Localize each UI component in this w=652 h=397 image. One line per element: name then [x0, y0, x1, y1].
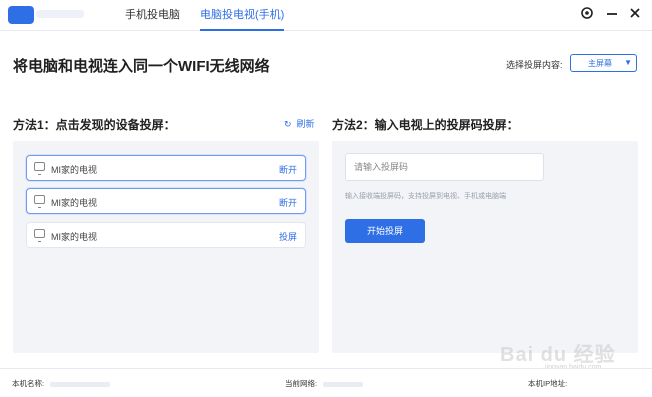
- close-icon[interactable]: [626, 6, 644, 24]
- status-bar: 本机名称: 当前网络: 本机IP地址:: [0, 368, 652, 397]
- device-disconnect-button[interactable]: 断开: [279, 163, 297, 176]
- machine-name-redacted: [50, 381, 111, 387]
- method1-title: 方法1：点击发现的设备投屏：: [13, 118, 176, 132]
- refresh-button[interactable]: ↻ 刷新: [284, 117, 315, 130]
- network-name-redacted: [323, 381, 364, 387]
- refresh-icon: ↻: [284, 119, 292, 129]
- tv-icon: [34, 229, 45, 242]
- device-item[interactable]: MI家的电视 投屏: [26, 222, 306, 248]
- method2-title: 方法2：输入电视上的投屏码投屏：: [332, 118, 519, 132]
- start-cast-button[interactable]: 开始投屏: [345, 219, 425, 243]
- active-tab-underline: [200, 29, 285, 31]
- watermark-logo: Bai du 经验: [500, 344, 616, 366]
- device-item[interactable]: MI家的电视 断开: [26, 188, 306, 214]
- device-name: MI家的电视: [51, 232, 97, 242]
- tab-phone-to-pc[interactable]: 手机投电脑: [125, 0, 180, 31]
- device-name: MI家的电视: [51, 165, 97, 175]
- device-item[interactable]: MI家的电视 断开: [26, 155, 306, 181]
- cast-content-label: 选择投屏内容:: [506, 60, 563, 70]
- cast-content-select[interactable]: 主屏幕 ▼: [570, 54, 637, 72]
- machine-name-status: 本机名称:: [12, 378, 111, 389]
- settings-icon[interactable]: [578, 6, 596, 24]
- tv-icon: [34, 162, 45, 175]
- app-logo: [8, 6, 34, 24]
- ip-status: 本机IP地址:: [528, 378, 567, 389]
- cast-code-hint: 输入接收端投屏码，支持投屏到电视、手机或电脑端: [345, 193, 506, 200]
- network-label: 当前网络:: [285, 379, 318, 388]
- cast-code-panel: 输入接收端投屏码，支持投屏到电视、手机或电脑端 开始投屏: [332, 141, 638, 353]
- page-title: 将电脑和电视连入同一个WIFI无线网络: [13, 58, 270, 75]
- device-disconnect-button[interactable]: 断开: [279, 196, 297, 209]
- device-list-panel: MI家的电视 断开 MI家的电视 断开 MI家的电视 投屏: [13, 141, 319, 353]
- tab-pc-to-tv[interactable]: 电脑投电视(手机): [200, 0, 285, 31]
- device-cast-button[interactable]: 投屏: [279, 230, 297, 243]
- chevron-down-icon: ▼: [624, 58, 632, 67]
- cast-content-value: 主屏幕: [588, 59, 612, 68]
- tab-pc-to-tv-label: 电脑投电视(手机): [200, 9, 285, 21]
- tab-phone-to-pc-label: 手机投电脑: [125, 9, 180, 21]
- minimize-icon[interactable]: [603, 6, 621, 24]
- device-name: MI家的电视: [51, 198, 97, 208]
- cast-code-input[interactable]: [345, 153, 544, 181]
- refresh-label: 刷新: [296, 119, 315, 129]
- app-name-redacted: [36, 10, 84, 18]
- tv-icon: [34, 195, 45, 208]
- machine-name-label: 本机名称:: [12, 379, 45, 388]
- title-bar: 手机投电脑 电脑投电视(手机): [0, 0, 652, 31]
- ip-label: 本机IP地址:: [528, 379, 568, 388]
- network-status: 当前网络:: [285, 378, 364, 389]
